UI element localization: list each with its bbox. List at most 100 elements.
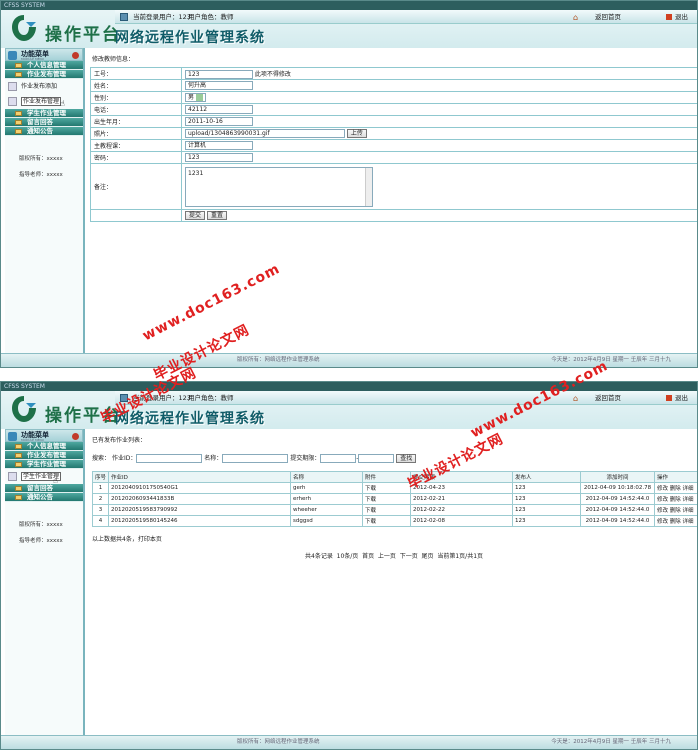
menu-cat-label: 留言回答 <box>27 484 53 492</box>
menu-cat-message[interactable]: 留言回答 <box>5 484 83 493</box>
menu-cat-label: 通知公告 <box>27 493 53 501</box>
table-cell: 2012-04-09 14:52:44.0 <box>580 504 656 516</box>
user-icon <box>120 13 128 21</box>
folder-icon <box>15 120 22 125</box>
table-cell: 3 <box>91 504 110 516</box>
home-link[interactable]: 返回首页 <box>595 10 621 24</box>
exit-link[interactable]: 退出 <box>675 10 688 24</box>
table-cell: erherh <box>290 493 364 505</box>
search-bar: 搜索： 作业ID： 名称： 提交期限： - 查找 <box>92 453 417 463</box>
list-summary: 以上数据共4条，打印本页 <box>92 536 162 543</box>
menu-cat-publish[interactable]: 作业发布管理 <box>5 70 83 79</box>
table-cell: 2012-02-08 <box>410 515 514 527</box>
menu-cat-publish[interactable]: 作业发布管理 <box>5 451 83 460</box>
table-cell: 2012020519580145246 <box>108 515 292 527</box>
advisor-info: 指导老师：xxxxx <box>19 538 63 544</box>
id-field[interactable]: 123 <box>185 69 253 79</box>
exit-link[interactable]: 退出 <box>675 391 688 405</box>
row-actions[interactable]: 修改 删除 详细 <box>654 504 697 516</box>
field-label: 主教程课： <box>90 139 182 152</box>
download-link[interactable]: 下载 <box>362 504 412 516</box>
table-cell: 2012-02-22 <box>410 504 514 516</box>
menu-cat-label: 通知公告 <box>27 127 53 135</box>
name-field[interactable]: 何升高 <box>185 81 253 90</box>
remark-textarea[interactable]: 1231 <box>185 166 373 207</box>
folder-icon <box>15 111 22 116</box>
menu-cat-personal[interactable]: 个人信息管理 <box>5 442 83 451</box>
home-link[interactable]: 返回首页 <box>595 391 621 405</box>
search-deadline-label: 提交期限： <box>290 455 321 462</box>
list-heading: 已有发布作业列表： <box>92 437 147 444</box>
table-cell: sdggsd <box>290 515 364 527</box>
table-row: 3 2012020519583790992 wheeher 下载 2012-02-22 1… <box>91 504 697 516</box>
course-field[interactable]: 计算机 <box>185 141 253 150</box>
find-button[interactable]: 查找 <box>396 454 417 463</box>
menu-cat-message[interactable]: 留言回答 <box>5 118 83 127</box>
homework-table: 序号 作业ID 名称 附件 提交期限 发布人 添加时间 操作 1 20120409… <box>91 471 697 527</box>
window-title: CFSS SYSTEM <box>1 1 697 10</box>
download-link[interactable]: 下载 <box>362 482 412 494</box>
table-cell: 20120409101750540G1 <box>108 482 292 494</box>
folder-icon <box>15 462 22 467</box>
scrollbar[interactable] <box>365 167 372 206</box>
phone-field[interactable]: 42112 <box>185 105 253 114</box>
col-header: 名称 <box>290 471 364 483</box>
photo-field[interactable]: upload/1304863990031.gif <box>185 129 345 138</box>
close-icon[interactable] <box>72 433 79 440</box>
menu-item-label: 作业发布管理 <box>21 97 62 106</box>
download-link[interactable]: 下载 <box>362 515 412 527</box>
search-name-input[interactable] <box>222 454 289 463</box>
deadline-to-input[interactable] <box>358 454 395 463</box>
sidebar: 功能菜单 MODULE MENU 个人信息管理 作业发布管理 作业发布添加 作业发… <box>5 48 85 353</box>
logo-icon <box>12 396 36 422</box>
home-icon[interactable]: ⌂ <box>573 392 578 406</box>
field-label: 出生年月： <box>90 115 182 128</box>
birth-field[interactable]: 2011-10-16 <box>185 117 253 126</box>
gender-select[interactable]: 男 <box>185 93 207 102</box>
menu-cat-notice[interactable]: 通知公告 <box>5 127 83 136</box>
home-icon[interactable]: ⌂ <box>573 11 578 25</box>
reset-button[interactable]: 重置 <box>206 211 227 220</box>
table-cell: gerh <box>290 482 364 494</box>
exit-icon[interactable] <box>666 395 672 401</box>
menu-item-student-homework[interactable]: 学生作业管理 ☝ <box>5 469 83 485</box>
table-cell: 123 <box>512 515 582 527</box>
submit-button[interactable]: 提交 <box>185 211 206 220</box>
row-actions[interactable]: 修改 删除 详细 <box>654 482 697 494</box>
table-cell: 2012020519583790992 <box>108 504 292 516</box>
col-header: 序号 <box>91 471 110 483</box>
folder-icon <box>15 444 22 449</box>
top-bar: 当前登录用户：123 用户角色：教师 ⌂ 返回首页 退出 <box>115 10 697 24</box>
upload-button[interactable]: 上传 <box>346 129 367 138</box>
row-actions[interactable]: 修改 删除 详细 <box>654 493 697 505</box>
table-row: 2 20120206093441833B erherh 下载 2012-02-21 123… <box>91 493 697 505</box>
doc-icon <box>8 82 17 91</box>
exit-icon[interactable] <box>666 14 672 20</box>
col-header: 添加时间 <box>580 471 656 483</box>
search-id-input[interactable] <box>136 454 203 463</box>
download-link[interactable]: 下载 <box>362 493 412 505</box>
menu-cat-personal[interactable]: 个人信息管理 <box>5 61 83 70</box>
deadline-from-input[interactable] <box>320 454 357 463</box>
menu-cat-student[interactable]: 学生作业管理 <box>5 460 83 469</box>
table-cell: 2012-02-21 <box>410 493 514 505</box>
menu-cat-notice[interactable]: 通知公告 <box>5 493 83 502</box>
row-actions[interactable]: 修改 删除 详细 <box>654 515 697 527</box>
password-field[interactable]: 123 <box>185 153 253 162</box>
footer-copyright: 版权所有：网络远程作业管理系统 <box>237 357 320 363</box>
table-cell: 2012-04-09 10:18:02.78 <box>580 482 656 494</box>
menu-item-manage-homework[interactable]: 作业发布管理 ☝ <box>5 94 83 109</box>
search-name-label: 名称： <box>204 455 223 462</box>
remark-value: 1231 <box>188 169 204 177</box>
col-header: 发布人 <box>512 471 582 483</box>
close-icon[interactable] <box>72 52 79 59</box>
pager[interactable]: 共4条记录 10条/页 首页 上一页 下一页 尾页 当前第1页/共1页 <box>305 551 483 560</box>
menu-cat-student[interactable]: 学生作业管理 <box>5 109 83 118</box>
folder-icon <box>15 486 22 491</box>
menu-item-add-homework[interactable]: 作业发布添加 <box>5 79 83 94</box>
search-id-label: 作业ID： <box>111 455 137 462</box>
screenshot-edit-teacher: CFSS SYSTEM 操作平台 当前登录用户：123 用户角色：教师 ⌂ 返回… <box>0 0 698 368</box>
table-row: 1 20120409101750540G1 gerh 下载 2012-04-23 123 2… <box>91 482 697 494</box>
field-label: 工号： <box>90 67 182 80</box>
footer-copyright: 版权所有：网络远程作业管理系统 <box>237 739 320 745</box>
